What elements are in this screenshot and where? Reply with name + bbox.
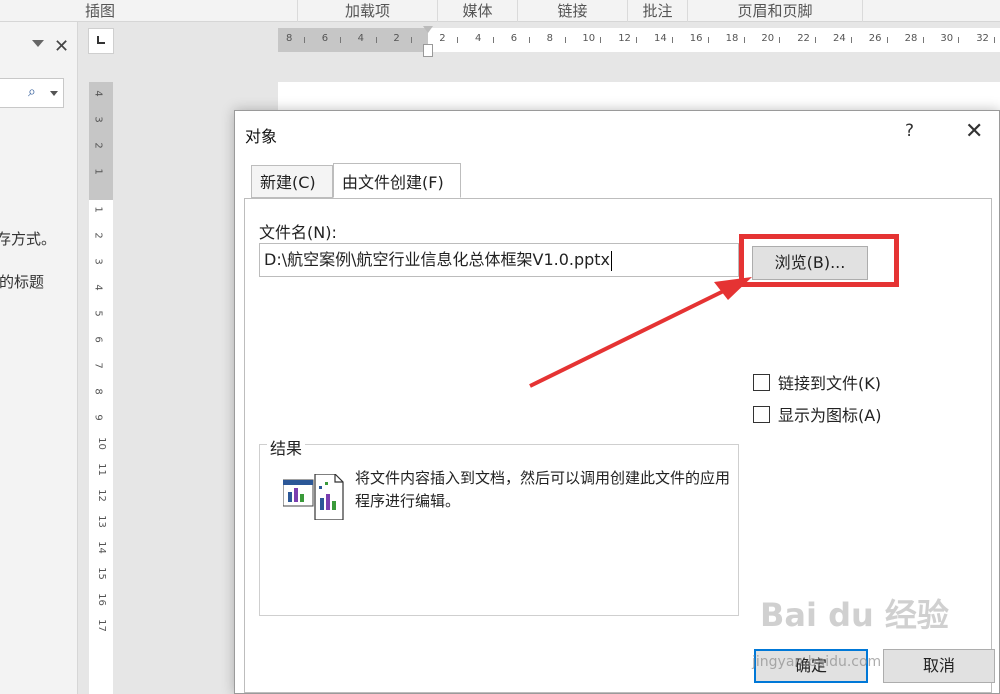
annotation-arrow-head xyxy=(714,277,752,300)
word-window: 插图 加载项 媒体 链接 批注 页眉和页脚 ✕ ⌕ 存方式。 的标题 86422… xyxy=(0,0,1000,694)
watermark-url: jingyan.baidu.com xyxy=(752,654,882,670)
watermark-brand: Bai du 经验 xyxy=(760,596,949,634)
annotation-arrow-shaft xyxy=(529,280,743,388)
